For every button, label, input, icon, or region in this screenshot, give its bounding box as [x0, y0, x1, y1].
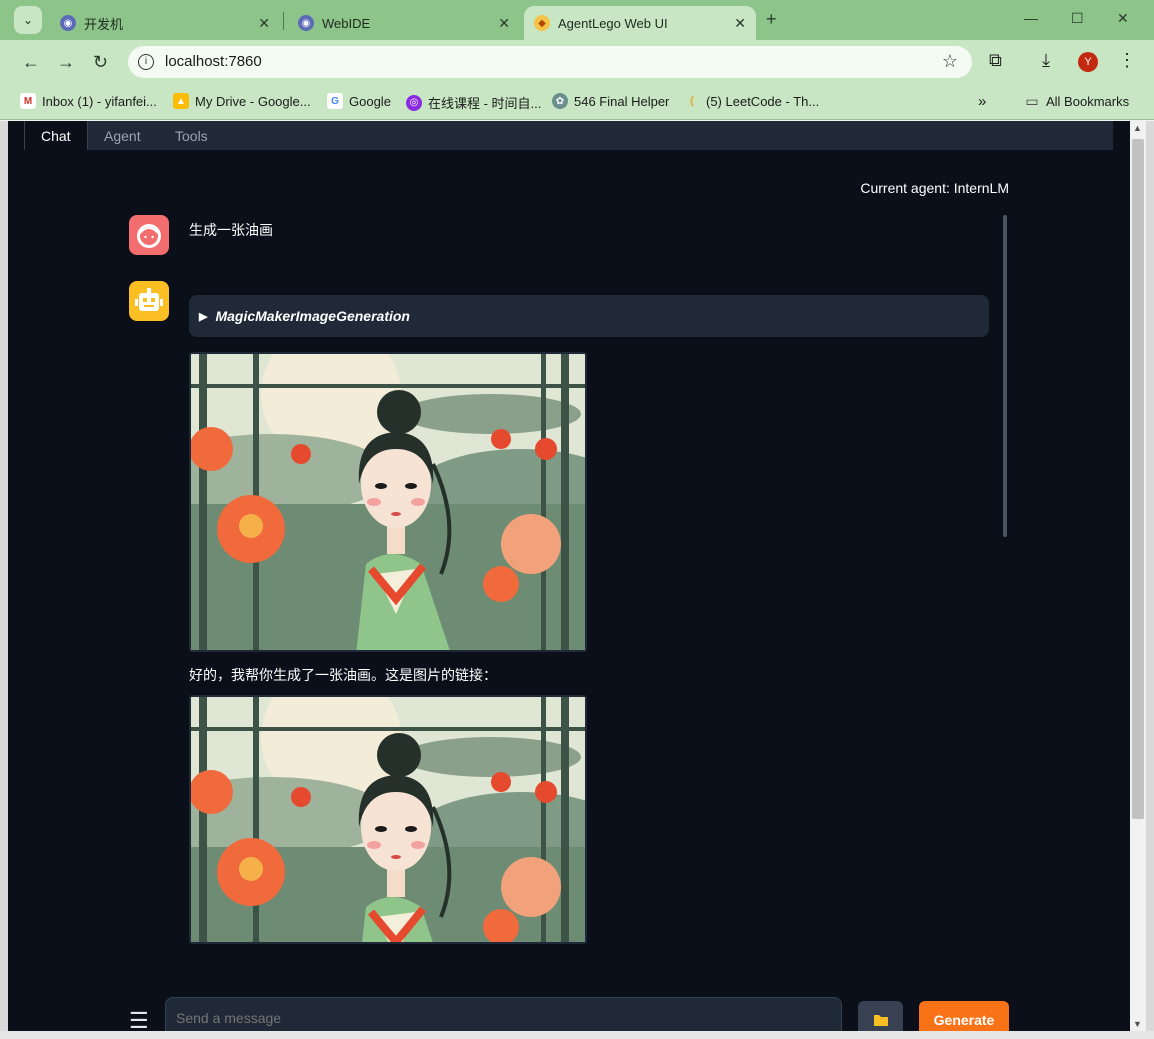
- back-icon[interactable]: ←: [22, 52, 40, 73]
- current-agent-label: Current agent: InternLM: [860, 180, 1009, 196]
- minimize-icon[interactable]: —: [1024, 10, 1038, 26]
- browser-tab-agentlego[interactable]: ◆ AgentLego Web UI ✕: [524, 6, 756, 40]
- more-bookmarks-icon[interactable]: »: [978, 93, 986, 110]
- close-icon[interactable]: ✕: [734, 15, 746, 32]
- bookmark-leetcode[interactable]: { (5) LeetCode - Th...: [684, 93, 819, 109]
- browser-tab-webide[interactable]: ◉ WebIDE ✕: [288, 6, 520, 40]
- bookmark-course[interactable]: ◎ 在线课程 - 时间自...: [406, 93, 541, 112]
- browser-tab-dev[interactable]: ◉ 开发机 ✕: [50, 6, 280, 40]
- window-edge-bottom: [0, 1031, 1154, 1039]
- tab-separator: [283, 12, 284, 30]
- browser-toolbar: ← → ↻ i localhost:7860 ☆ ⧉ ⤓ ⋮: [0, 40, 1154, 84]
- window-edge-right: [1146, 121, 1154, 1039]
- download-icon[interactable]: ⤓: [1042, 50, 1050, 71]
- web-page: Chat Agent Tools Current agent: InternLM…: [8, 121, 1130, 1039]
- app-tabs: Chat Agent Tools: [24, 121, 1113, 150]
- bookmark-google[interactable]: G Google: [327, 93, 391, 109]
- more-menu-icon[interactable]: ⋮: [1118, 50, 1136, 71]
- bookmarks-bar: M Inbox (1) - yifanfei... ▲ My Drive - G…: [0, 84, 1154, 120]
- browser-tab-title: WebIDE: [322, 15, 371, 31]
- generated-image: [189, 352, 587, 652]
- google-icon: G: [327, 93, 343, 109]
- url-text: localhost:7860: [165, 53, 262, 70]
- tab-search-button[interactable]: ⌄: [14, 6, 42, 34]
- bookmark-drive[interactable]: ▲ My Drive - Google...: [173, 93, 311, 109]
- browser-tab-title: AgentLego Web UI: [558, 15, 668, 31]
- scrollbar-thumb[interactable]: [1132, 139, 1144, 819]
- scroll-down-icon[interactable]: ▼: [1133, 1019, 1142, 1029]
- bookmark-label: 546 Final Helper: [574, 93, 670, 109]
- tool-call-details[interactable]: ▶ MagicMakerImageGeneration: [189, 295, 989, 337]
- tab-agent[interactable]: Agent: [88, 121, 157, 150]
- gmail-icon: M: [20, 93, 36, 109]
- tool-name: MagicMakerImageGeneration: [215, 308, 410, 324]
- leetcode-icon: {: [690, 95, 694, 107]
- close-icon[interactable]: ✕: [258, 15, 270, 32]
- bookmark-label: My Drive - Google...: [195, 93, 311, 109]
- all-bookmarks[interactable]: ▭ All Bookmarks: [1024, 93, 1129, 109]
- chat-scrollbar[interactable]: [1003, 215, 1007, 537]
- assistant-reply: 好的，我帮你生成了一张油画。这是图片的链接：: [189, 667, 497, 683]
- reload-icon[interactable]: ↻: [93, 52, 108, 73]
- drive-icon: ▲: [173, 93, 189, 109]
- robot-icon: ◉: [60, 15, 76, 31]
- tab-strip: ⌄ ◉ 开发机 ✕ ◉ WebIDE ✕ ◆ AgentLego Web UI …: [0, 0, 1154, 40]
- folder-icon: [873, 1015, 888, 1026]
- maximize-icon[interactable]: ☐: [1071, 10, 1084, 27]
- tab-chat[interactable]: Chat: [24, 121, 88, 150]
- bookmark-label: All Bookmarks: [1046, 93, 1130, 109]
- new-tab-icon[interactable]: +: [766, 9, 777, 30]
- oil-painting-image: [191, 697, 585, 942]
- bookmark-gmail[interactable]: M Inbox (1) - yifanfei...: [20, 93, 157, 109]
- generated-image: [189, 695, 587, 944]
- openai-icon: ✿: [552, 93, 568, 109]
- window-edge-left: [0, 121, 8, 1039]
- bookmark-label: Inbox (1) - yifanfei...: [42, 93, 157, 109]
- user-message: 生成一张油画: [189, 222, 273, 238]
- course-icon: ◎: [406, 94, 422, 111]
- folder-icon: ▭: [1025, 92, 1039, 109]
- lego-icon: ◆: [534, 15, 550, 31]
- tab-tools[interactable]: Tools: [159, 121, 224, 150]
- forward-icon[interactable]: →: [57, 52, 75, 73]
- site-info-icon[interactable]: i: [138, 54, 154, 70]
- bookmark-final-helper[interactable]: ✿ 546 Final Helper: [552, 93, 669, 109]
- address-bar[interactable]: i localhost:7860 ☆: [128, 46, 972, 78]
- browser-tab-title: 开发机: [84, 16, 124, 32]
- page-scrollbar[interactable]: ▲ ▼: [1130, 121, 1146, 1031]
- user-face-icon: [137, 224, 161, 248]
- robot-icon: ◉: [298, 15, 314, 31]
- scroll-up-icon[interactable]: ▲: [1133, 123, 1142, 133]
- bot-avatar: [129, 281, 169, 321]
- bookmark-label: Google: [349, 93, 391, 109]
- window-close-icon[interactable]: ✕: [1117, 10, 1129, 27]
- bookmark-star-icon[interactable]: ☆: [942, 51, 958, 72]
- bookmark-label: 在线课程 - 时间自...: [428, 96, 542, 111]
- robot-icon: [135, 288, 163, 311]
- bookmark-label: (5) LeetCode - Th...: [706, 93, 820, 109]
- user-avatar: [129, 215, 169, 255]
- expand-triangle-icon: ▶: [199, 310, 208, 323]
- close-icon[interactable]: ✕: [498, 15, 510, 32]
- profile-avatar[interactable]: Y: [1078, 52, 1098, 72]
- oil-painting-image: [191, 354, 585, 650]
- extensions-icon[interactable]: ⧉: [989, 50, 1002, 71]
